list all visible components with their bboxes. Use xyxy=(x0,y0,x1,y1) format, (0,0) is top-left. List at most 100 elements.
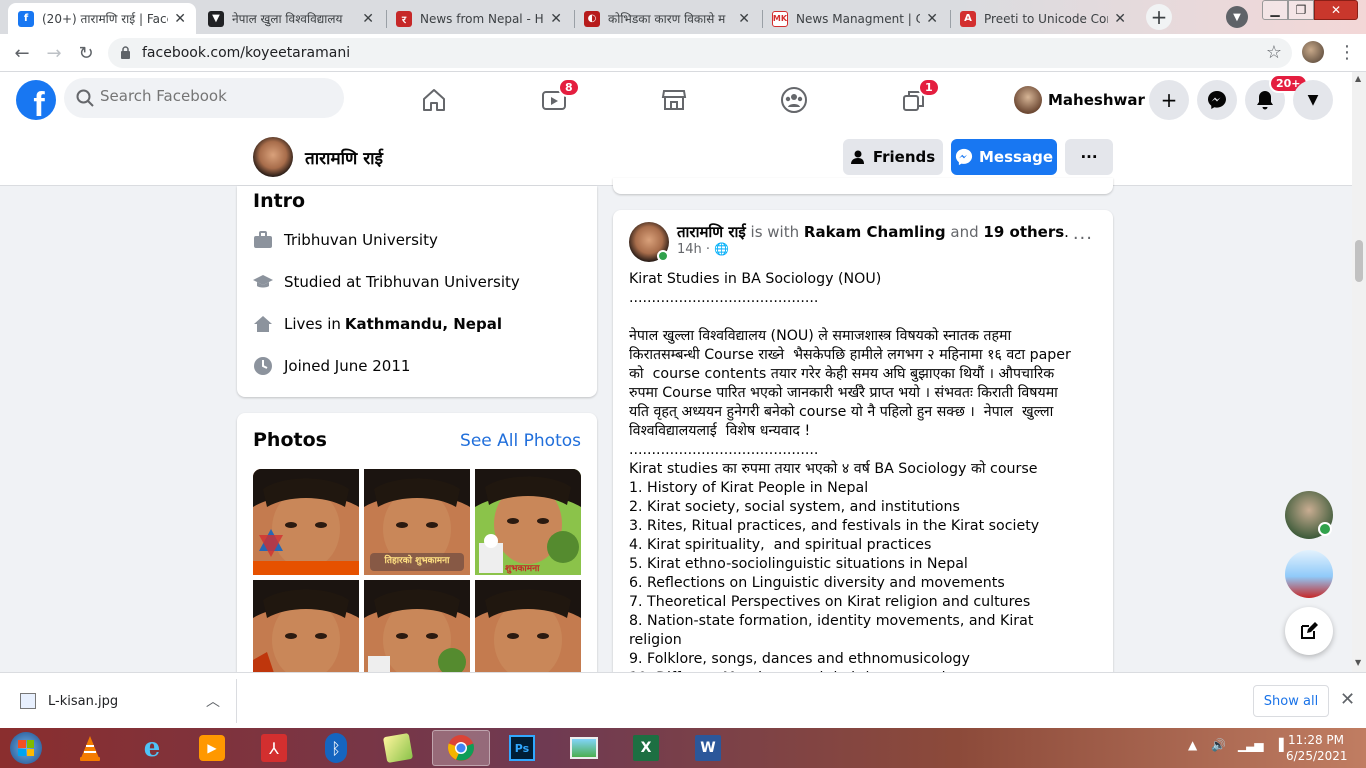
paint-icon xyxy=(382,732,414,764)
flag-icon[interactable]: ▐ xyxy=(1274,738,1283,752)
photo-thumbnail[interactable] xyxy=(475,580,581,686)
intro-education: Studied at Tribhuvan University xyxy=(253,272,520,292)
new-tab-button[interactable]: + xyxy=(1146,4,1172,30)
photo-thumbnail[interactable] xyxy=(364,580,470,686)
forward-arrow-icon[interactable]: → xyxy=(42,41,66,65)
speaker-icon[interactable]: 🔊 xyxy=(1211,738,1226,752)
profile-name[interactable]: तारामणि राई xyxy=(305,146,383,169)
home-nav-button[interactable] xyxy=(416,82,452,118)
photo-caption: तिहारको शुभकामना xyxy=(384,556,450,566)
scrollbar-thumb[interactable] xyxy=(1355,240,1363,282)
close-tab-icon[interactable]: ✕ xyxy=(926,11,938,27)
tab-nou[interactable]: ▼ नेपाल खुला विश्वविद्यालय ✕ xyxy=(198,3,384,34)
scroll-down-icon[interactable]: ▼ xyxy=(1355,658,1361,667)
profile-avatar[interactable] xyxy=(253,137,293,177)
tab-news-nepal[interactable]: र News from Nepal - Hom ✕ xyxy=(386,3,572,34)
system-tray: ▲ 🔊 ▁▃▅ ▐ xyxy=(1188,738,1284,752)
search-input[interactable] xyxy=(100,87,330,105)
excel-icon: X xyxy=(633,735,659,761)
tab-covid-news[interactable]: ◐ कोभिडका कारण विकासे म ✕ xyxy=(574,3,760,34)
taskbar-media-player[interactable]: ▶ xyxy=(186,730,238,766)
close-window-button[interactable]: ✕ xyxy=(1314,0,1358,20)
search-box[interactable] xyxy=(64,78,344,118)
contact-avatar[interactable] xyxy=(1285,550,1333,598)
close-tab-icon[interactable]: ✕ xyxy=(738,11,750,27)
bookmark-star-icon[interactable]: ☆ xyxy=(1266,42,1282,63)
close-tab-icon[interactable]: ✕ xyxy=(174,11,186,27)
create-button[interactable]: + xyxy=(1149,80,1189,120)
photo-thumbnail[interactable]: शुभकामना xyxy=(475,469,581,575)
maximize-window-button[interactable]: ❐ xyxy=(1288,0,1314,20)
gaming-nav-button[interactable]: 1 xyxy=(896,78,940,118)
photo-viewer-icon xyxy=(570,737,598,759)
account-menu-button[interactable]: ▼ xyxy=(1293,80,1333,120)
profile-shortcut[interactable]: Maheshwar xyxy=(1014,82,1145,118)
house-icon xyxy=(253,314,273,334)
show-all-downloads-button[interactable]: Show all xyxy=(1253,685,1329,717)
taskbar-word[interactable]: W xyxy=(682,730,734,766)
taskbar-photoshop[interactable]: Ps xyxy=(496,730,548,766)
browser-profile-avatar[interactable] xyxy=(1302,41,1324,63)
chevron-up-icon[interactable]: ︿ xyxy=(206,691,220,711)
taskbar-excel[interactable]: X xyxy=(620,730,672,766)
photo-thumbnail[interactable] xyxy=(253,580,359,686)
download-bar: L-kisan.jpg ︿ Show all ✕ xyxy=(0,672,1366,728)
covid-news-favicon-icon: ◐ xyxy=(584,10,600,27)
close-download-bar-icon[interactable]: ✕ xyxy=(1340,689,1355,710)
profile-more-button[interactable]: ··· xyxy=(1065,139,1113,175)
page-scrollbar[interactable]: ▲ ▼ xyxy=(1352,72,1366,672)
taskbar-bluetooth[interactable]: ᛒ xyxy=(310,730,362,766)
tab-news-management[interactable]: MK News Managment | Cre ✕ xyxy=(762,3,948,34)
tab-facebook[interactable]: f (20+) तारामणि राई | Face ✕ xyxy=(8,3,196,34)
briefcase-icon xyxy=(253,230,273,250)
network-signal-icon[interactable]: ▁▃▅ xyxy=(1238,738,1264,752)
download-item[interactable]: L-kisan.jpg xyxy=(20,693,118,709)
nou-favicon-icon: ▼ xyxy=(208,10,224,27)
intro-location-prefix: Lives in xyxy=(284,315,341,333)
post-options-button[interactable]: ··· xyxy=(1073,228,1093,249)
tab-title: News from Nepal - Hom xyxy=(420,11,544,26)
new-message-button[interactable] xyxy=(1285,607,1333,655)
address-bar[interactable]: facebook.com/koyeetaramani ☆ xyxy=(108,38,1292,68)
notifications-button[interactable]: 20+ xyxy=(1245,74,1308,120)
groups-nav-button[interactable] xyxy=(776,82,812,118)
post-timestamp[interactable]: 14h · 🌐 xyxy=(677,242,729,257)
word-icon: W xyxy=(695,735,721,761)
taskbar-internet-explorer[interactable]: e xyxy=(126,730,178,766)
taskbar-clock[interactable]: 11:28 PM 6/25/2021 xyxy=(1286,732,1348,764)
browser-menu-icon[interactable]: ⋮ xyxy=(1338,42,1356,63)
close-tab-icon[interactable]: ✕ xyxy=(362,11,374,27)
facebook-logo-icon[interactable]: f xyxy=(16,80,56,120)
online-status-dot xyxy=(657,250,669,262)
post-others-link[interactable]: 19 others xyxy=(983,223,1064,241)
caret-down-icon: ▼ xyxy=(1307,92,1319,108)
show-hidden-icons-icon[interactable]: ▲ xyxy=(1188,738,1197,752)
post-author-name[interactable]: तारामणि राई xyxy=(677,223,746,241)
marketplace-nav-button[interactable] xyxy=(656,82,692,118)
taskbar-vlc[interactable] xyxy=(64,730,116,766)
bluetooth-icon: ᛒ xyxy=(325,733,347,763)
reload-icon[interactable]: ↻ xyxy=(74,41,98,65)
message-button[interactable]: Message xyxy=(951,139,1057,175)
photo-thumbnail[interactable] xyxy=(253,469,359,575)
taskbar-paint[interactable] xyxy=(372,730,424,766)
taskbar-photo-viewer[interactable] xyxy=(558,730,610,766)
intro-location-city[interactable]: Kathmandu, Nepal xyxy=(345,315,502,333)
see-all-photos-link[interactable]: See All Photos xyxy=(460,431,581,451)
tab-search-icon[interactable]: ▼ xyxy=(1226,6,1248,28)
taskbar-acrobat[interactable]: ⅄ xyxy=(248,730,300,766)
watch-nav-button[interactable]: 8 xyxy=(536,78,580,118)
friends-button[interactable]: Friends xyxy=(843,139,943,175)
back-arrow-icon[interactable]: ← xyxy=(10,41,34,65)
close-tab-icon[interactable]: ✕ xyxy=(550,11,562,27)
post-tagged-name[interactable]: Rakam Chamling xyxy=(804,223,946,241)
photo-thumbnail[interactable]: तिहारको शुभकामना xyxy=(364,469,470,575)
taskbar-chrome[interactable] xyxy=(432,730,490,766)
close-tab-icon[interactable]: ✕ xyxy=(1114,11,1126,27)
minimize-window-button[interactable]: ▁ xyxy=(1262,0,1288,20)
start-button[interactable] xyxy=(4,730,48,766)
scroll-up-icon[interactable]: ▲ xyxy=(1355,74,1361,83)
messenger-button[interactable] xyxy=(1197,80,1237,120)
home-icon xyxy=(423,89,445,111)
tab-preeti-unicode[interactable]: A Preeti to Unicode Conve ✕ xyxy=(950,3,1136,34)
